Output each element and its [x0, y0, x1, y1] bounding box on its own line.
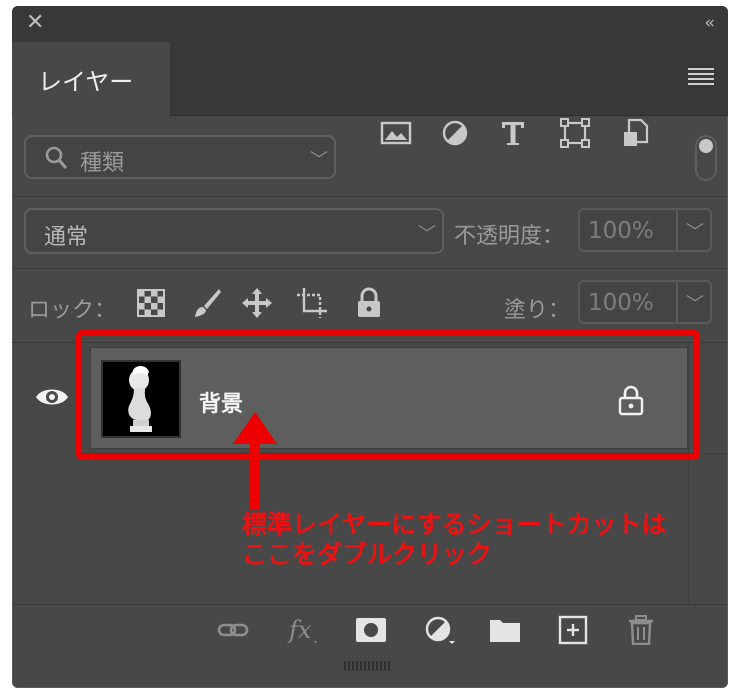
fill-label: 塗り：	[504, 298, 571, 323]
collapse-icon[interactable]: ‹‹	[704, 11, 714, 35]
tab-layers-label: レイヤー	[38, 68, 134, 96]
opacity-dropdown[interactable]: ﹀	[678, 208, 712, 252]
chevron-down-icon: ﹀	[310, 150, 328, 171]
chevron-down-icon: ﹀	[686, 294, 704, 315]
resize-grip[interactable]	[344, 661, 392, 673]
fill-dropdown[interactable]: ﹀	[678, 280, 712, 324]
new-layer-icon[interactable]	[556, 615, 590, 645]
tab-bar: レイヤー	[12, 42, 728, 116]
annotation-arrow	[250, 440, 260, 510]
tab-layers[interactable]: レイヤー	[12, 42, 170, 116]
fx-icon[interactable]: fx	[286, 615, 320, 645]
adjustment-filter-icon[interactable]	[438, 116, 472, 150]
group-folder-icon[interactable]	[488, 615, 522, 645]
fill-field[interactable]: 100%	[578, 280, 678, 324]
lock-label: ロック：	[28, 298, 117, 323]
smart-object-filter-icon[interactable]	[619, 116, 653, 150]
annotation-arrow-head	[233, 412, 277, 444]
annotation-line-1: 標準レイヤーにするショートカットは	[242, 510, 667, 539]
lock-image-pixels-icon[interactable]	[190, 286, 224, 320]
shape-filter-icon[interactable]	[558, 116, 592, 150]
eye-icon	[36, 389, 68, 405]
image-filter-icon[interactable]	[379, 116, 413, 150]
type-filter-icon[interactable]	[496, 116, 530, 150]
adjustment-layer-icon[interactable]	[422, 615, 456, 645]
close-icon[interactable]: ✕	[26, 10, 44, 36]
filter-kind-select[interactable]: 種類 ﹀	[24, 135, 336, 179]
chevron-down-icon: ﹀	[686, 222, 704, 243]
blend-mode-select[interactable]: 通常 ﹀	[24, 208, 444, 254]
annotation-line-2: ここをダブルクリック	[242, 540, 493, 569]
opacity-value: 100%	[588, 218, 654, 244]
lock-artboard-icon[interactable]	[295, 286, 329, 320]
lock-all-icon[interactable]	[352, 286, 386, 320]
opacity-field[interactable]: 100%	[578, 208, 678, 252]
bottom-toolbar: fx	[12, 604, 728, 656]
annotation-highlight-box	[76, 330, 700, 460]
trash-icon[interactable]	[624, 615, 658, 645]
fill-value: 100%	[588, 290, 654, 316]
filter-kind-value: 種類	[80, 151, 125, 176]
filter-toggle[interactable]	[695, 135, 717, 181]
svg-text:fx: fx	[287, 616, 312, 644]
visibility-toggle[interactable]	[12, 343, 82, 453]
lock-transparent-pixels-icon[interactable]	[134, 286, 168, 320]
annotation-note: 標準レイヤーにするショートカットは ここをダブルクリック	[242, 510, 732, 570]
opacity-label: 不透明度：	[454, 224, 565, 249]
link-layers-icon[interactable]	[216, 615, 250, 645]
panel-menu-icon[interactable]	[688, 68, 714, 88]
layer-mask-icon[interactable]	[354, 615, 388, 645]
blend-row: 通常 ﹀ 不透明度： 100% ﹀	[12, 196, 728, 268]
panel-titlebar: ✕ ‹‹	[12, 6, 728, 42]
chevron-down-icon: ﹀	[418, 224, 436, 245]
search-icon	[45, 146, 68, 169]
blend-mode-value: 通常	[44, 225, 89, 250]
lock-position-icon[interactable]	[240, 286, 274, 320]
filter-row: 種類 ﹀	[12, 116, 728, 196]
